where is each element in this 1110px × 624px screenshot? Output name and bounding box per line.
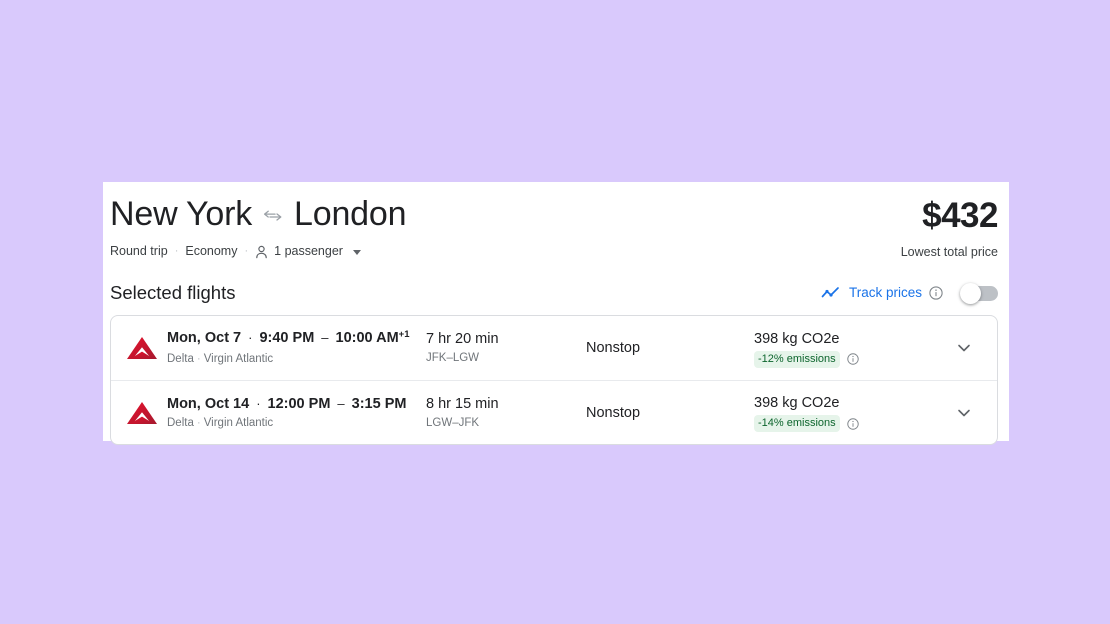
delta-airlines-logo	[125, 399, 167, 427]
price-summary: $432 Lowest total price	[900, 192, 999, 261]
flight-stops: Nonstop	[586, 340, 641, 356]
flight-stops: Nonstop	[586, 404, 641, 421]
flight-duration-cell: 7 hr 20 min JFK–LGW	[426, 329, 586, 367]
flight-duration: 7 hr 20 min	[426, 331, 499, 347]
emissions-sub: -14% emissions	[754, 415, 940, 432]
flight-times: Mon, Oct 7 · 9:40 PM – 10:00 AM +1	[167, 328, 426, 350]
flight-airports: LGW–JFK	[426, 416, 480, 429]
swap-horizontal-arrows-icon[interactable]	[263, 208, 283, 224]
date-time-separator: ·	[256, 395, 261, 411]
itinerary-card: New York London Round trip · Economy · 1…	[103, 182, 1009, 445]
table-row[interactable]: Mon, Oct 7 · 9:40 PM – 10:00 AM +1 Delta…	[111, 316, 997, 380]
airline-separator: ·	[196, 353, 201, 365]
flight-date: Mon, Oct 14	[167, 395, 250, 412]
table-row[interactable]: Mon, Oct 14 · 12:00 PM – 3:15 PM Delta · V…	[111, 380, 997, 444]
trip-options-summary: Round trip · Economy · 1 passenger	[110, 242, 406, 260]
total-price: $432	[922, 196, 998, 235]
trip-type[interactable]: Round trip	[110, 242, 168, 260]
operating-airlines: Delta · Virgin Atlantic	[167, 351, 426, 368]
airline-secondary: Virgin Atlantic	[203, 353, 274, 365]
time-dash: –	[321, 330, 329, 345]
flight-date: Mon, Oct 7	[167, 330, 242, 346]
chevron-down-icon[interactable]	[940, 403, 988, 423]
flight-duration: 8 hr 15 min	[426, 395, 499, 412]
info-circle-icon[interactable]	[929, 286, 943, 300]
route-title: New York London	[110, 192, 407, 236]
selected-flights-title: Selected flights	[110, 282, 236, 303]
flight-airports: JFK–LGW	[426, 352, 480, 364]
route-summary: New York London Round trip · Economy · 1…	[110, 192, 407, 260]
arrival-time: 10:00 AM	[335, 330, 399, 346]
time-dash: –	[337, 395, 345, 411]
date-time-separator: ·	[248, 330, 253, 345]
chevron-down-icon[interactable]	[940, 338, 988, 358]
info-circle-icon[interactable]	[846, 353, 859, 365]
meta-separator-2: ·	[244, 245, 249, 257]
emissions-sub: -12% emissions	[754, 350, 940, 368]
itinerary-header: New York London Round trip · Economy · 1…	[103, 182, 1009, 261]
emissions-value: 398 kg CO2e	[754, 395, 840, 411]
departure-time: 12:00 PM	[267, 395, 331, 412]
destination-city: London	[294, 195, 407, 233]
track-prices-label[interactable]: Track prices	[849, 284, 922, 302]
passenger-count[interactable]: 1 passenger	[274, 242, 343, 260]
caret-down-icon[interactable]	[352, 249, 361, 255]
status-badge: -14% emissions	[754, 415, 840, 432]
airline-secondary: Virgin Atlantic	[203, 416, 274, 429]
flight-emissions-cell: 398 kg CO2e -12% emissions	[754, 329, 940, 368]
flight-times-cell: Mon, Oct 7 · 9:40 PM – 10:00 AM +1 Delta…	[167, 328, 426, 368]
selected-flights-bar: Selected flights Track prices	[103, 261, 1009, 315]
airline-separator: ·	[196, 416, 201, 429]
airline-primary: Delta	[167, 353, 194, 365]
info-circle-icon[interactable]	[846, 417, 859, 430]
cabin-class[interactable]: Economy	[185, 242, 237, 260]
toggle-knob	[960, 282, 981, 304]
price-caption: Lowest total price	[900, 245, 998, 259]
emissions-value: 398 kg CO2e	[754, 330, 840, 347]
status-badge: -12% emissions	[754, 350, 840, 368]
flight-list: Mon, Oct 7 · 9:40 PM – 10:00 AM +1 Delta…	[110, 315, 998, 445]
flight-duration-cell: 8 hr 15 min LGW–JFK	[426, 394, 586, 432]
meta-separator-1: ·	[174, 245, 179, 257]
person-icon	[255, 245, 268, 259]
line-chart-trend-icon	[821, 286, 840, 300]
track-prices-group: Track prices	[821, 282, 998, 304]
flight-times-cell: Mon, Oct 14 · 12:00 PM – 3:15 PM Delta · V…	[167, 394, 426, 432]
flight-emissions-cell: 398 kg CO2e -14% emissions	[754, 393, 940, 432]
arrival-day-offset: +1	[398, 329, 410, 340]
airline-primary: Delta	[167, 416, 194, 429]
flight-times: Mon, Oct 14 · 12:00 PM – 3:15 PM	[167, 394, 426, 414]
departure-time: 9:40 PM	[259, 330, 315, 346]
track-prices-toggle[interactable]	[960, 282, 998, 304]
origin-city: New York	[110, 195, 253, 233]
operating-airlines: Delta · Virgin Atlantic	[167, 415, 426, 432]
arrival-time: 3:15 PM	[351, 395, 407, 412]
delta-airlines-logo	[125, 334, 167, 362]
